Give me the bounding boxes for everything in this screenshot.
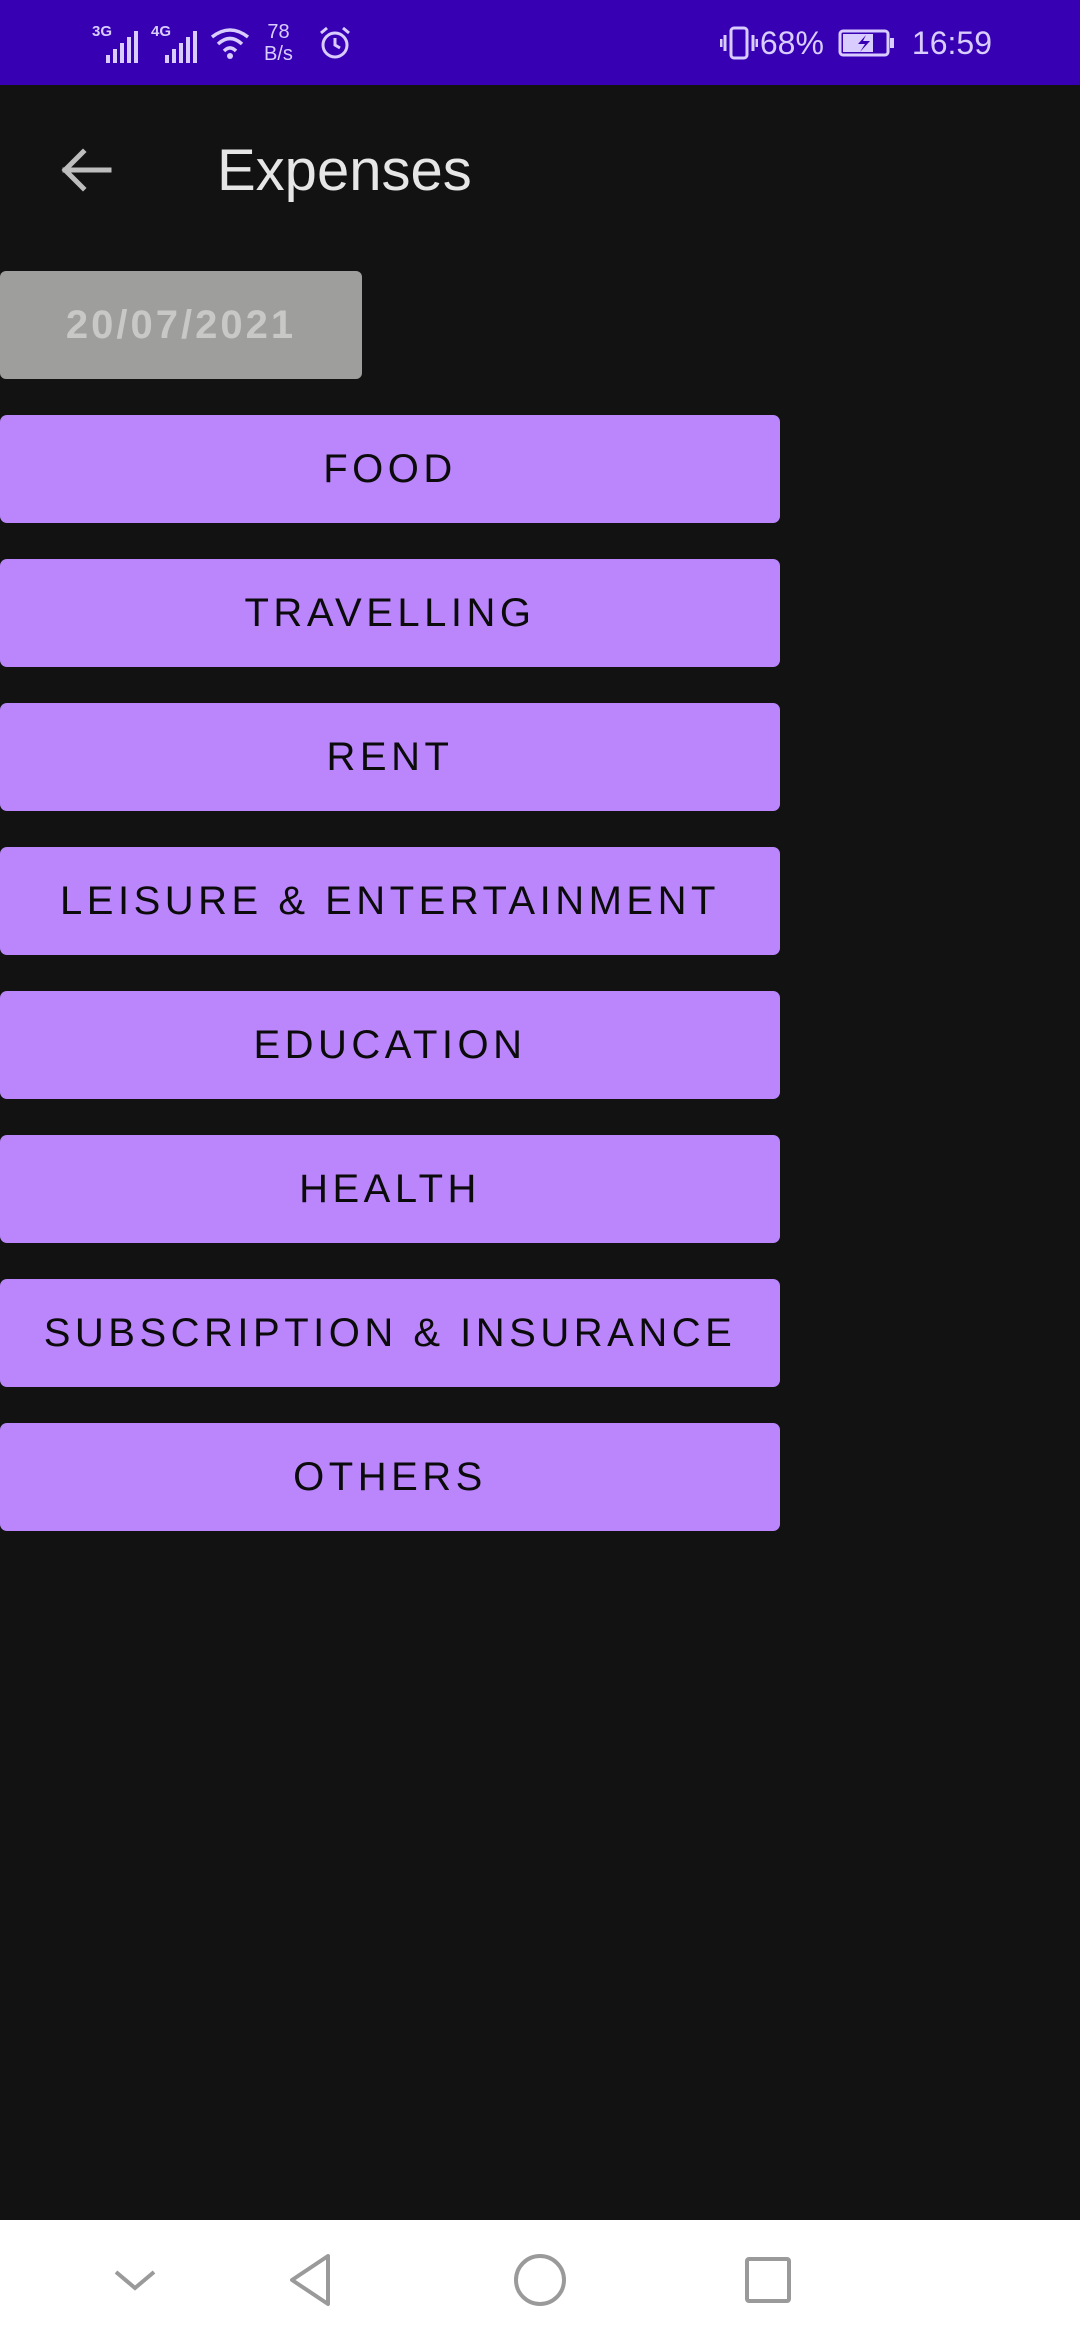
health-button[interactable]: HEALTH <box>0 1135 780 1243</box>
arrow-back-icon <box>61 148 112 192</box>
hide-keyboard-button[interactable] <box>100 2220 170 2340</box>
expenses-screen: 3G 4G 78 B/s 68% 16:59 Expenses 20/07/20… <box>0 0 1080 2340</box>
speed-value: 78 <box>267 21 290 43</box>
battery-charging-icon <box>838 29 894 57</box>
clock-time: 16:59 <box>911 24 992 61</box>
status-bar: 3G 4G 78 B/s 68% 16:59 <box>0 0 1080 85</box>
food-button[interactable]: FOOD <box>0 415 780 523</box>
nav-recents-button[interactable] <box>738 2220 798 2340</box>
network-type-1: 3G <box>92 23 113 40</box>
network-speed: 78 B/s <box>264 21 293 65</box>
signal-icon: 3G <box>92 23 141 63</box>
back-triangle-icon <box>290 2254 330 2306</box>
rent-button[interactable]: RENT <box>0 703 780 811</box>
others-button[interactable]: OTHERS <box>0 1423 780 1531</box>
education-button[interactable]: EDUCATION <box>0 991 780 1099</box>
wifi-icon <box>210 28 250 59</box>
home-circle-icon <box>514 2254 566 2306</box>
speed-unit: B/s <box>264 43 293 65</box>
nav-back-button[interactable] <box>280 2220 340 2340</box>
app-bar: Expenses <box>0 85 1080 255</box>
signal-icon: 4G <box>151 23 200 63</box>
leisure-entertainment-button[interactable]: LEISURE & ENTERTAINMENT <box>0 847 780 955</box>
travelling-button[interactable]: TRAVELLING <box>0 559 780 667</box>
page-title: Expenses <box>217 138 472 203</box>
status-left: 3G 4G 78 B/s <box>92 18 353 68</box>
nav-home-button[interactable] <box>510 2220 570 2340</box>
battery-percent: 68% <box>759 24 824 61</box>
status-right: 68% 16:59 <box>719 18 992 68</box>
category-list: FOOD TRAVELLING RENT LEISURE & ENTERTAIN… <box>0 415 780 1567</box>
back-button[interactable] <box>46 130 126 210</box>
recents-square-icon <box>745 2257 791 2303</box>
navigation-bar <box>0 2220 1080 2340</box>
subscription-insurance-button[interactable]: SUBSCRIPTION & INSURANCE <box>0 1279 780 1387</box>
vibrate-icon <box>719 26 758 60</box>
date-button[interactable]: 20/07/2021 <box>0 271 362 379</box>
network-type-2: 4G <box>151 23 172 40</box>
chevron-down-icon <box>114 2270 156 2291</box>
alarm-icon <box>319 26 350 59</box>
